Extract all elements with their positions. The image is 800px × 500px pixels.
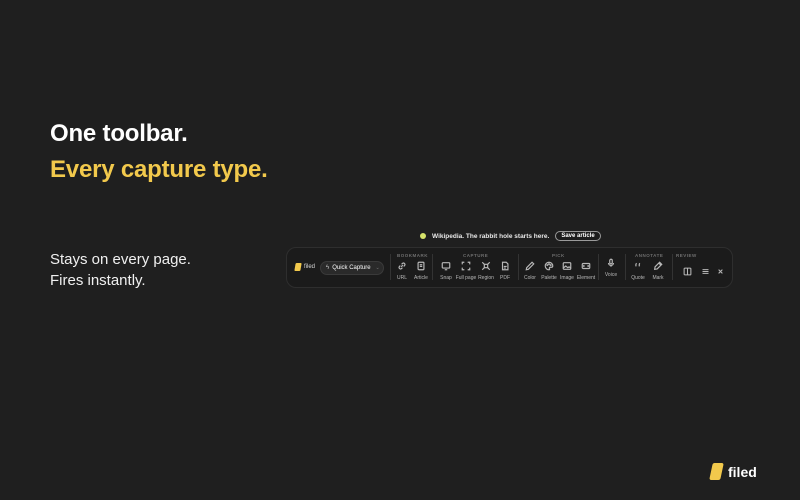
element-icon: [581, 262, 591, 270]
menu-icon: [702, 269, 709, 274]
hint-text: Wikipedia. The rabbit hole starts here.: [432, 232, 550, 240]
hint-bubble: Wikipedia. The rabbit hole starts here. …: [420, 229, 601, 243]
headline-line-2: Every capture type.: [50, 156, 268, 183]
article-tool[interactable]: Article: [408, 261, 434, 281]
close-button[interactable]: [716, 263, 725, 281]
bolt-icon: ϟ: [326, 265, 330, 271]
quote-tool-label: Quote: [631, 275, 645, 281]
filed-logo-icon: [294, 263, 302, 271]
palette-icon: [544, 261, 554, 271]
section-label-bookmark: Bookmark: [397, 253, 428, 258]
marker-icon: [653, 261, 663, 271]
headline: One toolbar. Every capture type.: [50, 116, 268, 188]
article-tool-label: Article: [414, 275, 428, 281]
quote-icon: [635, 262, 641, 267]
mark-tool-label: Mark: [652, 275, 664, 281]
subtext: Stays on every page. Fires instantly.: [50, 249, 191, 291]
sidebar-icon: [683, 267, 692, 276]
filed-logo-text: filed: [728, 463, 757, 480]
review-panel-button[interactable]: [683, 263, 692, 281]
pdf-tool[interactable]: PDF: [492, 261, 518, 281]
toolbar-brand: filed: [294, 263, 316, 271]
save-article-button[interactable]: Save article: [555, 231, 601, 241]
element-tool-label: Element: [576, 275, 596, 281]
pen-icon: [525, 261, 535, 271]
section-label-pick: Pick: [552, 253, 565, 258]
section-label-review: Review: [676, 253, 697, 258]
link-icon: [398, 262, 406, 270]
document-icon: [417, 261, 425, 271]
section-label-capture: Capture: [463, 253, 489, 258]
filed-logo-mark-icon: [709, 463, 724, 480]
toolbar-divider: [672, 254, 673, 280]
headline-line-1: One toolbar.: [50, 120, 188, 147]
quick-capture-label: Quick Capture: [332, 265, 371, 271]
subtext-line-1: Stays on every page.: [50, 251, 191, 268]
mark-tool[interactable]: Mark: [645, 261, 671, 281]
element-tool[interactable]: Element: [573, 261, 599, 281]
close-icon: [718, 269, 723, 274]
pdf-tool-label: PDF: [500, 275, 510, 281]
menu-button[interactable]: [701, 263, 710, 281]
url-tool-label: URL: [396, 275, 407, 281]
voice-tool[interactable]: Voice: [598, 258, 624, 278]
image-icon: [562, 262, 572, 270]
pdf-icon: [501, 261, 509, 271]
snap-tool-label: Snap: [440, 275, 452, 281]
subtext-line-2: Fires instantly.: [50, 272, 146, 289]
mic-icon: [607, 258, 615, 267]
expand-icon: [461, 261, 471, 271]
status-dot-icon: [420, 233, 426, 239]
chevron-down-icon: ⌄: [375, 265, 380, 271]
voice-tool-label: Voice: [604, 272, 618, 278]
quick-capture-button[interactable]: ϟ Quick Capture ⌄: [320, 261, 384, 275]
image-tool-label: Image: [560, 275, 574, 281]
region-icon: [481, 261, 491, 271]
section-label-annotate: Annotate: [635, 253, 664, 258]
color-tool-label: Color: [524, 275, 536, 281]
monitor-icon: [441, 262, 451, 271]
toolbar-brand-text: filed: [304, 264, 316, 270]
filed-logo: filed: [709, 463, 757, 480]
